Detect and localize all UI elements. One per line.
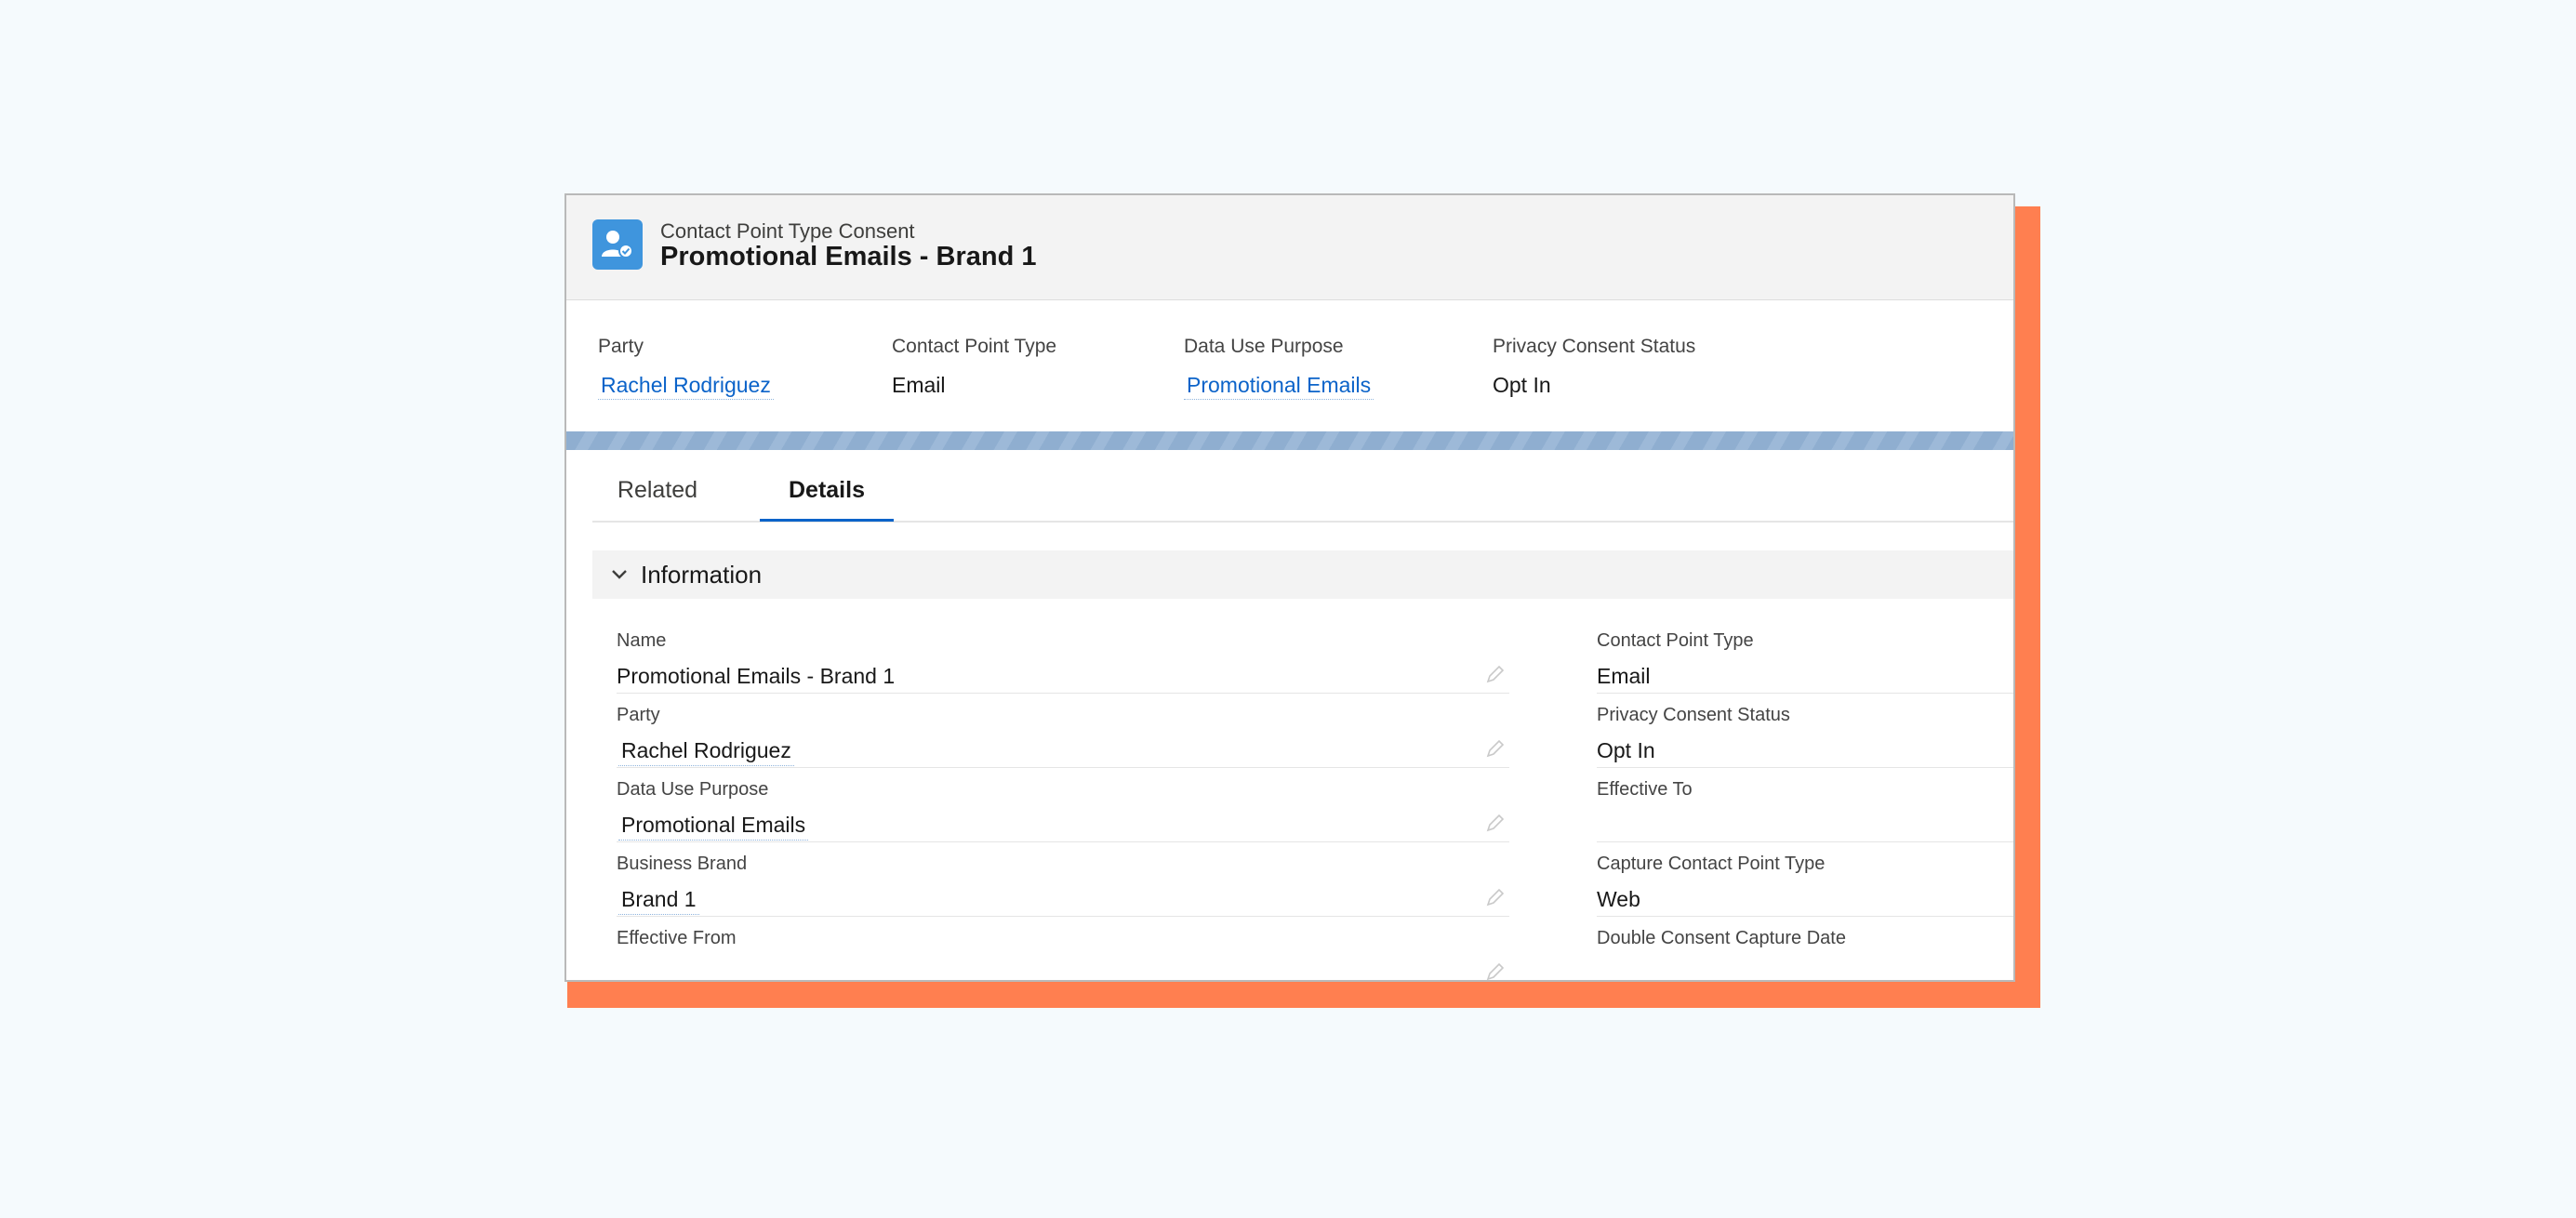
record-tabs: Related Details xyxy=(592,461,2013,523)
tab-details[interactable]: Details xyxy=(760,461,894,522)
decorative-band xyxy=(566,431,2013,450)
data-use-purpose-field-link[interactable]: Promotional Emails xyxy=(618,813,809,841)
data-use-purpose-link[interactable]: Promotional Emails xyxy=(1184,373,1374,400)
field-label: Party xyxy=(617,705,660,725)
field-label: Data Use Purpose xyxy=(617,779,769,800)
highlight-label: Contact Point Type xyxy=(892,336,1057,357)
highlight-label: Privacy Consent Status xyxy=(1493,336,1696,357)
record-header: Contact Point Type Consent Promotional E… xyxy=(566,195,2013,300)
highlight-contact-point-type: Contact Point Type Email xyxy=(892,336,1056,398)
field-label: Privacy Consent Status xyxy=(1597,705,1790,725)
highlight-value: Email xyxy=(892,373,946,397)
field-effective-from: Effective From xyxy=(617,917,1509,982)
edit-pencil-icon[interactable] xyxy=(1485,887,1506,907)
chevron-down-icon[interactable] xyxy=(607,563,631,587)
business-brand-link[interactable]: Brand 1 xyxy=(618,887,699,915)
highlight-party: Party Rachel Rodriguez xyxy=(598,336,774,400)
field-label: Business Brand xyxy=(617,854,748,874)
field-label: Double Consent Capture Date xyxy=(1597,928,1846,948)
highlight-data-use-purpose: Data Use Purpose Promotional Emails xyxy=(1184,336,1374,400)
section-title: Information xyxy=(641,560,763,589)
field-value: Web xyxy=(1597,887,1640,911)
information-section-header[interactable]: Information xyxy=(592,550,2013,599)
record-card: Contact Point Type Consent Promotional E… xyxy=(564,193,2015,982)
field-name: Name Promotional Emails - Brand 1 xyxy=(617,619,1509,694)
field-double-consent-capture-date: Double Consent Capture Date xyxy=(1597,917,2013,980)
record-title: Promotional Emails - Brand 1 xyxy=(660,242,1037,271)
highlight-label: Party xyxy=(598,336,644,357)
highlight-value: Opt In xyxy=(1493,373,1551,397)
party-link[interactable]: Rachel Rodriguez xyxy=(598,373,774,400)
highlight-label: Data Use Purpose xyxy=(1184,336,1344,357)
edit-pencil-icon[interactable] xyxy=(1485,961,1506,982)
field-privacy-consent-status: Privacy Consent Status Opt In xyxy=(1597,694,2013,768)
field-label: Capture Contact Point Type xyxy=(1597,854,1826,874)
field-label: Effective To xyxy=(1597,779,1693,800)
field-value: Email xyxy=(1597,664,1651,688)
highlight-privacy-consent-status: Privacy Consent Status Opt In xyxy=(1493,336,1695,398)
highlights-panel: Party Rachel Rodriguez Contact Point Typ… xyxy=(566,300,2013,440)
field-contact-point-type: Contact Point Type Email xyxy=(1597,619,2013,694)
field-label: Contact Point Type xyxy=(1597,630,1754,651)
edit-pencil-icon[interactable] xyxy=(1485,813,1506,833)
tab-related[interactable]: Related xyxy=(592,461,723,519)
edit-pencil-icon[interactable] xyxy=(1485,738,1506,759)
field-party: Party Rachel Rodriguez xyxy=(617,694,1509,768)
edit-pencil-icon[interactable] xyxy=(1485,664,1506,684)
field-value: Opt In xyxy=(1597,738,1655,762)
field-data-use-purpose: Data Use Purpose Promotional Emails xyxy=(617,768,1509,842)
field-effective-to: Effective To xyxy=(1597,768,2013,842)
field-label: Effective From xyxy=(617,928,737,948)
field-capture-contact-point-type: Capture Contact Point Type Web xyxy=(1597,842,2013,917)
party-field-link[interactable]: Rachel Rodriguez xyxy=(618,738,794,766)
field-business-brand: Business Brand Brand 1 xyxy=(617,842,1509,917)
record-object-type: Contact Point Type Consent xyxy=(660,219,915,243)
field-label: Name xyxy=(617,630,667,651)
field-value: Promotional Emails - Brand 1 xyxy=(617,664,896,688)
consent-person-icon xyxy=(592,219,643,270)
